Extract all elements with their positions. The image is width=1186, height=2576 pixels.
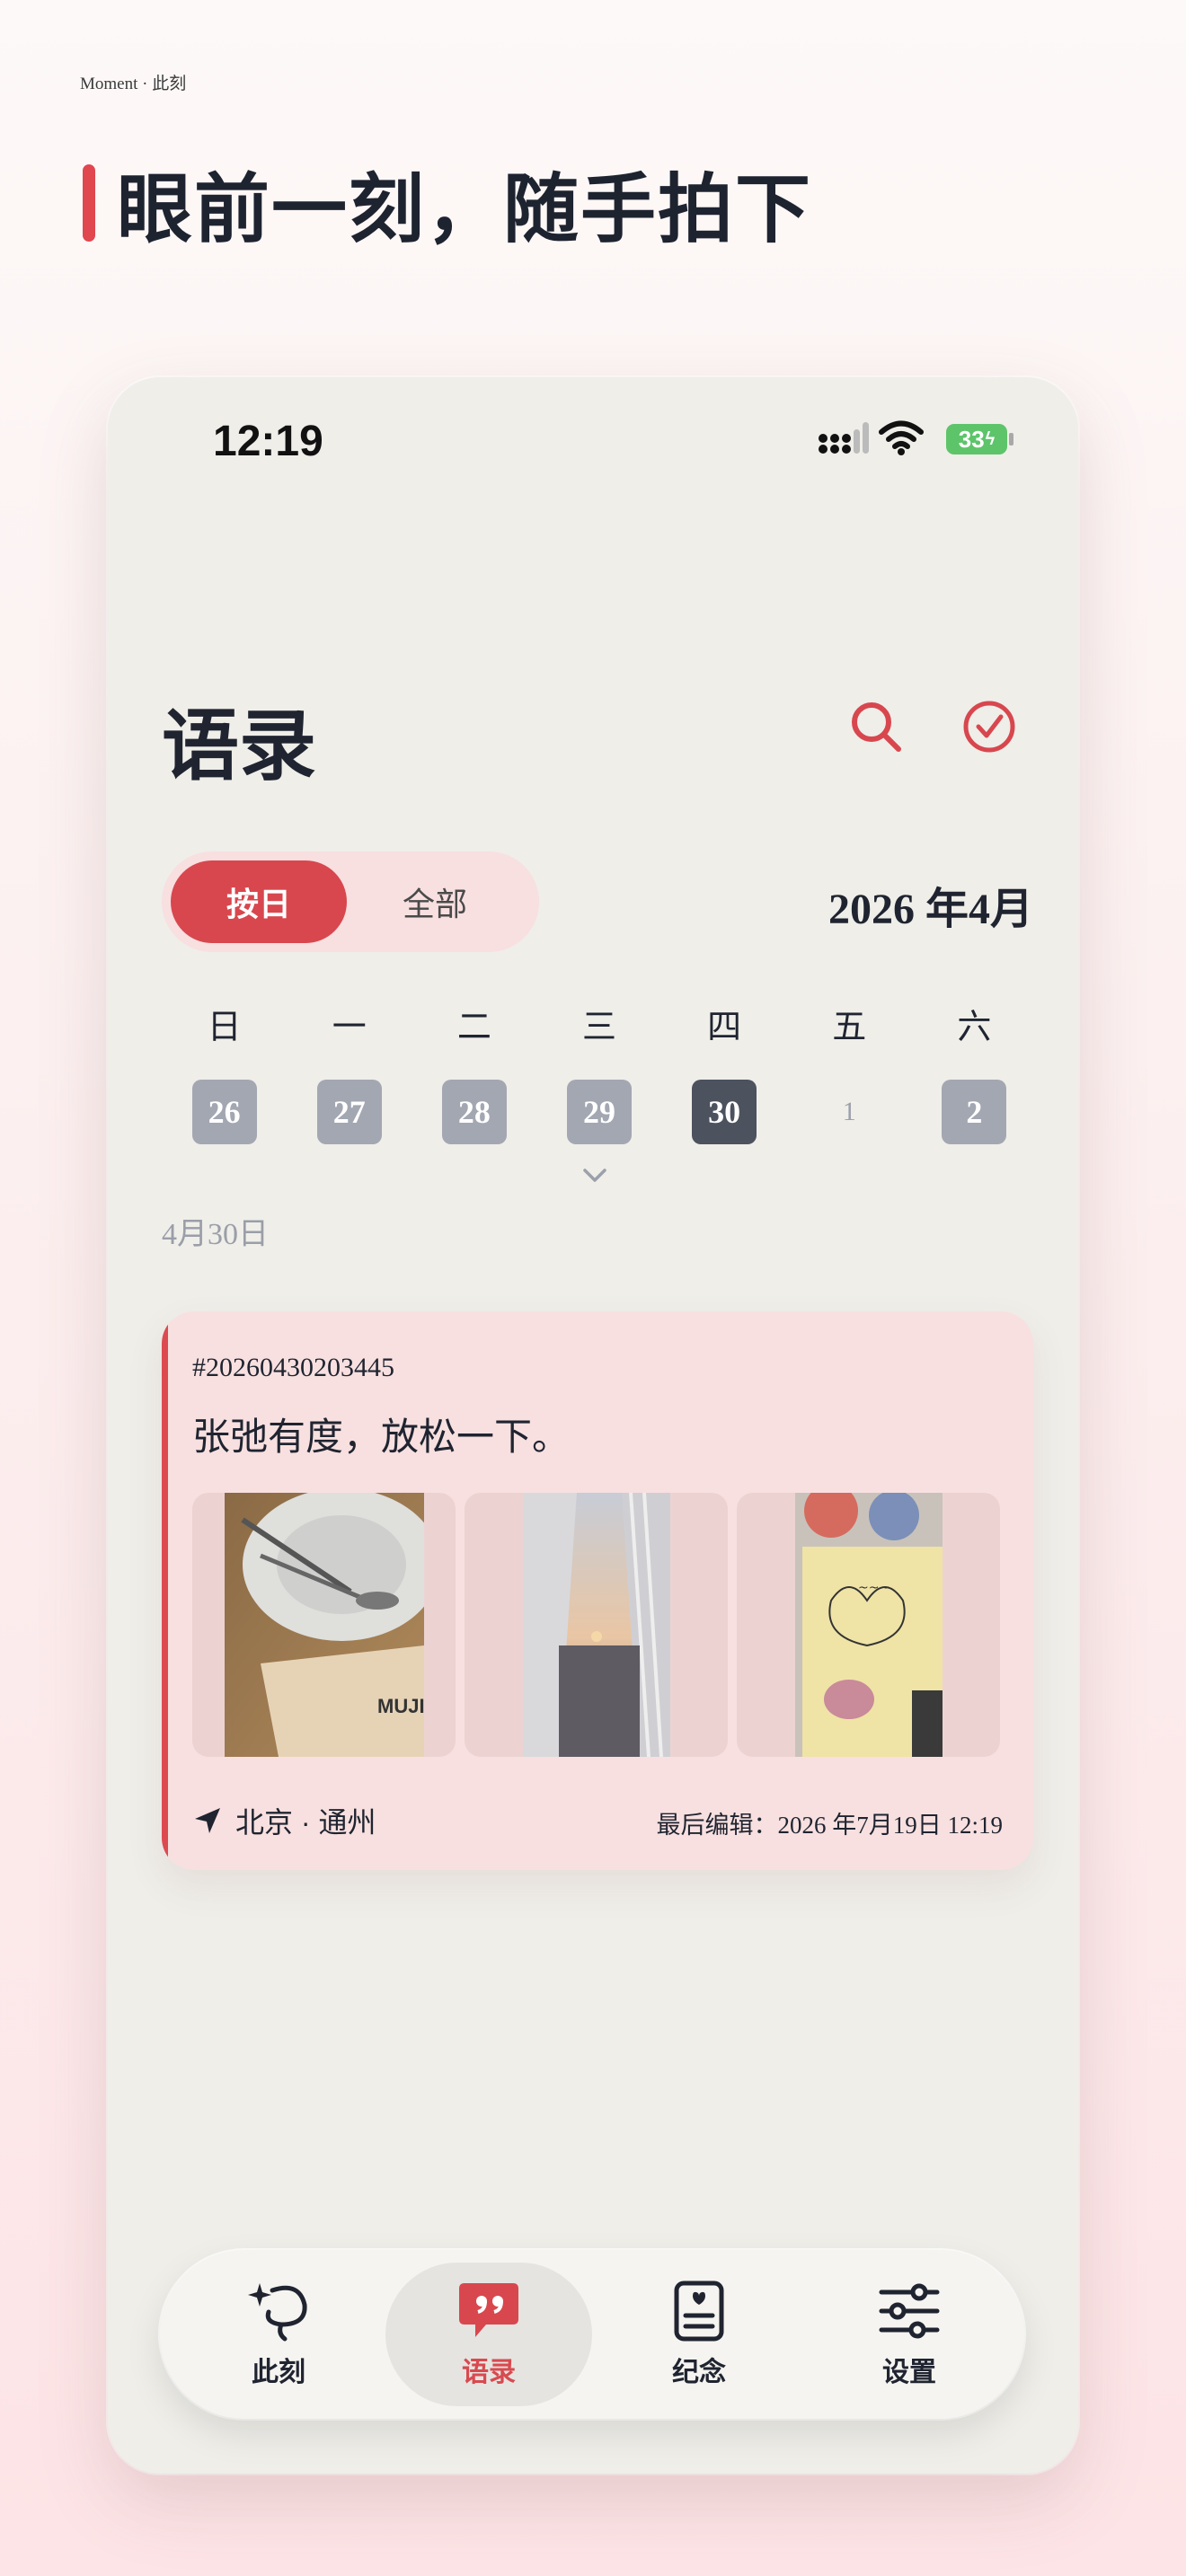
weekday-label: 日: [207, 1009, 242, 1046]
sparkle-lasso-icon: [248, 2283, 307, 2342]
day-chip[interactable]: 26: [191, 1080, 257, 1144]
day-chip-selected[interactable]: 30: [692, 1080, 757, 1144]
tab-settings[interactable]: 设置: [806, 2263, 1013, 2406]
weekday-label: 四: [707, 1009, 742, 1046]
search-icon: [852, 702, 901, 752]
entry-tag: #20260430203445: [192, 1353, 394, 1382]
svg-text:~~~: ~~~: [858, 1581, 890, 1595]
select-button[interactable]: [958, 695, 1021, 758]
search-button[interactable]: [845, 695, 907, 758]
headline-text: 眼前一刻，随手拍下: [117, 166, 813, 251]
weekday-label: 二: [456, 1009, 491, 1046]
quote-bubble-icon: [459, 2283, 518, 2337]
tab-label: 语录: [462, 2358, 516, 2387]
toggle-all[interactable]: 全部: [347, 860, 523, 943]
weekday-header: 日 一 二 三 四 五 六: [162, 999, 1037, 1048]
tab-quotes[interactable]: 语录: [385, 2263, 592, 2406]
view-toggle: 按日 全部: [162, 851, 539, 952]
headline: 眼前一刻，随手拍下: [83, 160, 812, 251]
month-label[interactable]: 2026 年4月: [828, 873, 1033, 936]
day-chip[interactable]: 29: [566, 1080, 632, 1144]
tab-bar: 此刻 语录 纪念 设置: [160, 2250, 1024, 2419]
svg-text:MUJI: MUJI: [377, 1695, 424, 1717]
quote-card[interactable]: #20260430203445 张弛有度，放松一下。 MUJI ~~~ 北京 ·…: [162, 1311, 1033, 1870]
day-chip[interactable]: 27: [316, 1080, 382, 1144]
weekday-label: 三: [581, 1009, 616, 1046]
day-chip[interactable]: 28: [441, 1080, 507, 1144]
battery-tip: [1009, 433, 1013, 446]
photo-arch-image: [522, 1493, 670, 1757]
tab-label: 设置: [882, 2358, 936, 2387]
status-bar: 12:19 33 ϟ: [108, 377, 1078, 503]
tab-moment[interactable]: 此刻: [175, 2263, 382, 2406]
page-title: 语录: [162, 703, 316, 790]
photo-thumbnail[interactable]: MUJI: [192, 1493, 456, 1757]
photo-drawing-image: ~~~: [794, 1493, 943, 1757]
toggle-by-day[interactable]: 按日: [171, 860, 347, 943]
last-edited: 最后编辑：2026 年7月19日 12:19: [656, 1812, 1003, 1839]
wifi-icon: [879, 420, 924, 455]
brand-label: Moment · 此刻: [80, 75, 187, 93]
day-chip-empty[interactable]: 1: [817, 1080, 881, 1144]
check-circle-icon: [963, 701, 1015, 753]
photo-plate-image: MUJI: [224, 1493, 424, 1757]
headline-accent-bar: [83, 164, 95, 242]
selected-date-label: 4月30日: [162, 1218, 269, 1251]
photo-strip: MUJI ~~~: [192, 1493, 1000, 1757]
entry-location[interactable]: 北京 · 通州: [192, 1800, 376, 1841]
location-text: 北京 · 通州: [235, 1806, 376, 1839]
week-days-row: 26 27 28 29 30 1 2: [162, 1080, 1037, 1144]
tab-memorial[interactable]: 纪念: [596, 2263, 802, 2406]
entry-text: 张弛有度，放松一下。: [192, 1416, 571, 1458]
location-arrow-icon: [195, 1808, 220, 1833]
photo-thumbnail[interactable]: [465, 1493, 728, 1757]
weekday-label: 六: [957, 1009, 992, 1046]
photo-thumbnail[interactable]: ~~~: [737, 1493, 1000, 1757]
cellular-signal-icon: [819, 422, 869, 454]
tab-label: 此刻: [252, 2358, 305, 2387]
chevron-down-icon[interactable]: [582, 1168, 607, 1184]
charging-bolt-icon: ϟ: [985, 428, 996, 449]
status-time: 12:19: [213, 418, 323, 465]
day-chip[interactable]: 2: [942, 1080, 1007, 1144]
phone-frame: 12:19 33 ϟ 语录 按日 全部 2026 年4月 日 一 二 三 四 五…: [108, 377, 1078, 2474]
card-accent-bar: [162, 1311, 168, 1870]
tab-label: 纪念: [672, 2358, 726, 2387]
battery-indicator: 33 ϟ: [946, 424, 1007, 454]
battery-level: 33: [958, 425, 985, 453]
weekday-label: 一: [332, 1009, 367, 1046]
sliders-icon: [879, 2283, 940, 2339]
weekday-label: 五: [832, 1009, 867, 1046]
memorial-card-icon: [674, 2280, 724, 2342]
